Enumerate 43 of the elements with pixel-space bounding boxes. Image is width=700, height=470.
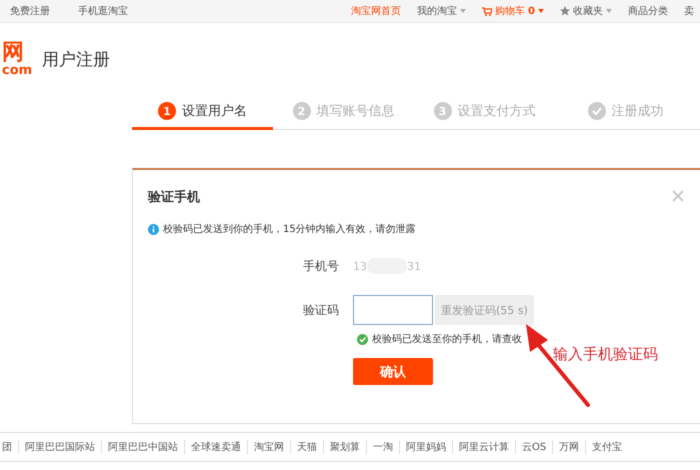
footer-link[interactable]: 阿里妈妈 xyxy=(399,440,452,454)
close-icon[interactable] xyxy=(672,190,684,202)
footer-link[interactable]: 团 xyxy=(2,440,18,454)
step-label: 设置用户名 xyxy=(182,103,247,120)
footer-link[interactable]: 天猫 xyxy=(290,440,323,454)
dialog-title: 验证手机 xyxy=(148,188,200,206)
top-link[interactable]: 卖 xyxy=(678,4,700,18)
footer-link[interactable]: 全球速卖通 xyxy=(184,440,247,454)
info-message: 校验码已发送到你的手机，15分钟内输入有效，请勿泄露 xyxy=(163,222,416,236)
success-hint: 校验码已发送至你的手机，请查收 xyxy=(372,332,522,346)
info-icon xyxy=(148,224,159,234)
top-link[interactable]: 商品分类 xyxy=(622,4,674,18)
annotation-text: 输入手机验证码 xyxy=(553,345,658,364)
cart-icon xyxy=(482,6,492,16)
top-link[interactable]: 手机逛淘宝 xyxy=(72,4,134,18)
top-link[interactable]: 免费注册 xyxy=(4,4,56,18)
footer-link[interactable]: 一淘 xyxy=(366,440,399,454)
footer-link[interactable]: 阿里巴巴中国站 xyxy=(101,440,184,454)
top-link[interactable]: 收藏夹 xyxy=(554,4,618,18)
footer-link[interactable]: 淘宝网 xyxy=(247,440,290,454)
page-title: 用户注册 xyxy=(42,48,110,70)
step-label: 注册成功 xyxy=(612,103,664,120)
step-label: 填写账号信息 xyxy=(316,103,394,120)
top-link[interactable]: 我的淘宝 xyxy=(411,4,472,18)
caret-icon xyxy=(538,9,544,13)
code-input[interactable] xyxy=(353,295,433,325)
footer-link[interactable]: 支付宝 xyxy=(585,440,628,454)
phone-number: 13 xyxy=(353,260,367,272)
caret-icon xyxy=(606,9,612,13)
check-icon xyxy=(357,334,368,344)
footer-link[interactable]: 聚划算 xyxy=(323,440,366,454)
phone-number: 31 xyxy=(407,260,421,272)
step-label: 设置支付方式 xyxy=(458,103,536,120)
check-icon xyxy=(588,102,606,120)
caret-icon xyxy=(460,9,466,13)
step-number: 1 xyxy=(158,102,176,120)
footer-link[interactable]: 阿里巴巴国际站 xyxy=(18,440,101,454)
field-label: 验证码 xyxy=(303,302,340,318)
field-label: 手机号 xyxy=(303,258,340,274)
footer-link[interactable]: 云OS xyxy=(515,440,552,454)
star-icon xyxy=(560,6,570,16)
footer-link[interactable]: 阿里云计算 xyxy=(452,440,515,454)
footer-link[interactable]: 万网 xyxy=(552,440,586,454)
